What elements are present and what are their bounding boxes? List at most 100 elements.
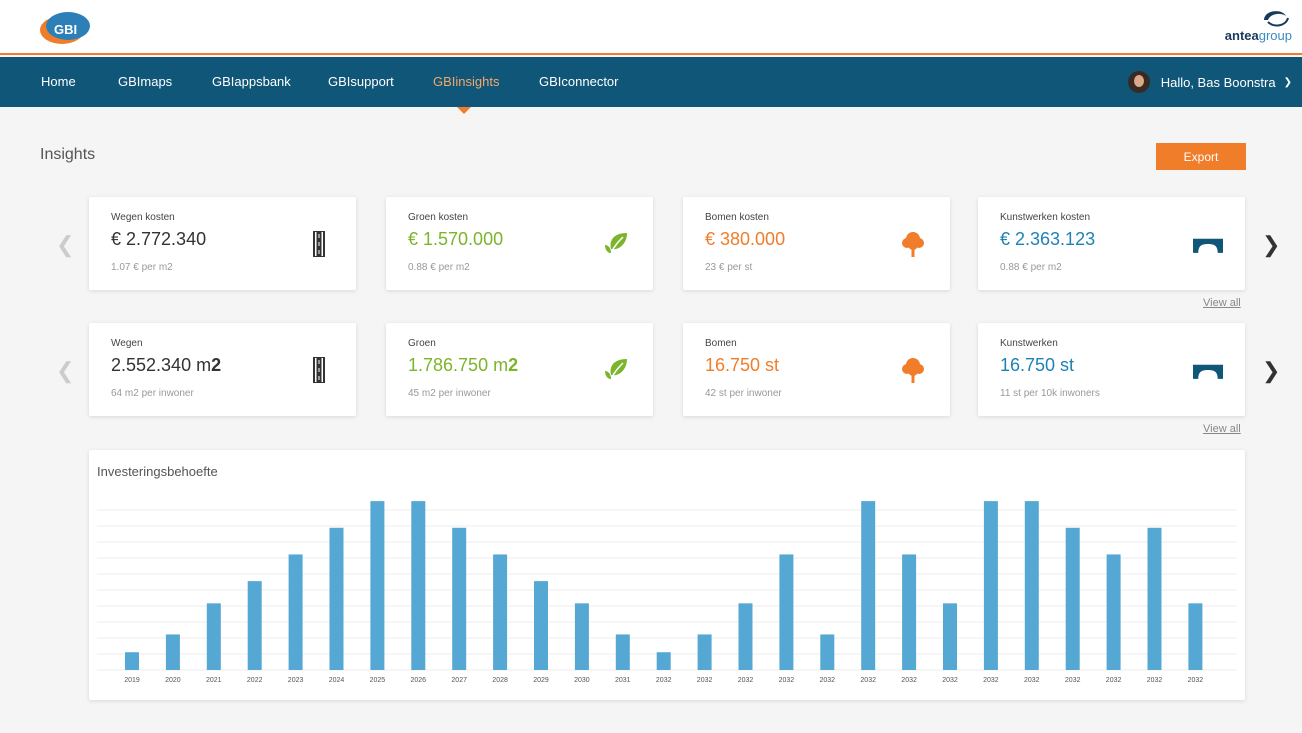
chart-bar[interactable] xyxy=(697,634,712,670)
chart-tick-label: 2032 xyxy=(779,677,795,684)
chart-bar[interactable] xyxy=(861,501,876,670)
chart-bar[interactable] xyxy=(247,581,262,670)
chart-tick-label: 2019 xyxy=(124,677,140,684)
cost-card-bomen[interactable]: Bomen kosten € 380.000 23 € per st xyxy=(683,197,950,290)
chart-bar[interactable] xyxy=(943,603,957,670)
chart-tick-label: 2021 xyxy=(206,677,222,684)
investment-chart-card: Investeringsbehoefte 2019 2020 2021 2022 202… xyxy=(89,450,1245,700)
chart-bar[interactable] xyxy=(534,581,548,670)
cost-card-kunstwerken[interactable]: Kunstwerken kosten € 2.363.123 0.88 € pe… xyxy=(978,197,1245,290)
quantity-card-bomen[interactable]: Bomen 16.750 st 42 st per inwoner xyxy=(683,323,950,416)
card-value: 16.750 st xyxy=(705,355,779,376)
chart-bar[interactable] xyxy=(370,501,385,670)
chart-bar[interactable] xyxy=(656,652,671,670)
next-arrow-icon[interactable]: ❯ xyxy=(1262,358,1280,383)
prev-arrow-icon[interactable]: ❮ xyxy=(56,358,74,383)
cost-card-wegen[interactable]: Wegen kosten € 2.772.340 1.07 € per m2 xyxy=(89,197,356,290)
card-label: Wegen kosten xyxy=(111,212,175,223)
active-nav-caret xyxy=(457,107,471,114)
card-value-main: 16.750 st xyxy=(1000,355,1075,375)
nav-gbiappsbank[interactable]: GBIappsbank xyxy=(212,57,291,107)
road-icon xyxy=(304,229,334,259)
nav-gbisupport[interactable]: GBIsupport xyxy=(328,57,394,107)
card-label: Wegen xyxy=(111,338,143,349)
chart-tick-label: 2024 xyxy=(329,677,345,684)
chart-bar[interactable] xyxy=(738,603,753,670)
bridge-icon xyxy=(1193,229,1223,259)
chart-bar[interactable] xyxy=(902,554,917,670)
chart-bar[interactable] xyxy=(1024,501,1039,670)
chart-tick-label: 2032 xyxy=(860,677,876,684)
next-arrow-icon[interactable]: ❯ xyxy=(1262,232,1280,257)
chart-tick-label: 2027 xyxy=(451,677,467,684)
quantity-card-wegen[interactable]: Wegen 2.552.340 m2 64 m2 per inwoner xyxy=(89,323,356,416)
chart-tick-label: 2032 xyxy=(983,677,999,684)
chart-tick-label: 2032 xyxy=(942,677,958,684)
chart-bar[interactable] xyxy=(452,527,467,670)
nav-gbiconnector[interactable]: GBIconnector xyxy=(539,57,619,107)
chart-tick-label: 2029 xyxy=(533,677,549,684)
road-icon xyxy=(304,355,334,385)
chart-tick-label: 2022 xyxy=(247,677,263,684)
chart-bar[interactable] xyxy=(574,603,589,670)
investment-bar-chart: 2019 2020 2021 2022 2023 2024 2025 2026 2027 2028… xyxy=(97,501,1237,684)
nav-home[interactable]: Home xyxy=(41,57,76,107)
chart-bar[interactable] xyxy=(820,634,835,670)
card-sub: 0.88 € per m2 xyxy=(1000,262,1062,273)
nav-gbimaps[interactable]: GBImaps xyxy=(118,57,172,107)
top-header: GBI anteagroup xyxy=(0,0,1302,55)
card-sub: 1.07 € per m2 xyxy=(111,262,173,273)
card-value: 16.750 st xyxy=(1000,355,1074,376)
card-value: € 380.000 xyxy=(705,229,786,249)
card-sub: 23 € per st xyxy=(705,262,753,273)
card-label: Bomen xyxy=(705,338,737,349)
export-button[interactable]: Export xyxy=(1156,143,1246,170)
card-label: Kunstwerken kosten xyxy=(1000,212,1091,223)
prev-arrow-icon[interactable]: ❮ xyxy=(56,232,74,257)
user-menu[interactable]: Hallo, Bas Boonstra ❯ xyxy=(1127,57,1292,107)
chart-tick-label: 2020 xyxy=(165,677,181,684)
chart-bar[interactable] xyxy=(779,554,794,670)
chart-bar[interactable] xyxy=(165,634,180,670)
antea-wordmark: anteagroup xyxy=(1225,28,1292,43)
leaf-icon xyxy=(601,229,631,259)
avatar xyxy=(1127,71,1150,93)
chart-tick-label: 2032 xyxy=(656,677,672,684)
tree-icon xyxy=(898,229,928,259)
chart-bar[interactable] xyxy=(288,554,303,670)
main-nav: Home GBImaps GBIappsbank GBIsupport GBIi… xyxy=(0,57,1302,107)
gbi-logo[interactable]: GBI xyxy=(38,10,96,46)
card-sub: 0.88 € per m2 xyxy=(408,262,470,273)
card-value-unit: 2 xyxy=(508,355,519,375)
view-all-quantities-link[interactable]: View all xyxy=(1203,423,1241,435)
chart-tick-label: 2030 xyxy=(574,677,590,684)
chart-bar[interactable] xyxy=(125,652,139,670)
chart-bar[interactable] xyxy=(206,603,221,670)
chart-bar[interactable] xyxy=(615,634,630,670)
chart-tick-label: 2032 xyxy=(901,677,917,684)
card-label: Bomen kosten xyxy=(705,212,769,223)
card-value: 2.552.340 m2 xyxy=(111,355,221,376)
card-value-main: 2.552.340 m xyxy=(111,355,212,375)
chart-bar[interactable] xyxy=(1065,527,1080,670)
chart-bar[interactable] xyxy=(493,554,508,670)
card-sub: 64 m2 per inwoner xyxy=(111,388,194,399)
chart-tick-label: 2032 xyxy=(1188,677,1204,684)
quantity-card-groen[interactable]: Groen 1.786.750 m2 45 m2 per inwoner xyxy=(386,323,653,416)
chart-bar[interactable] xyxy=(1188,603,1203,670)
quantity-card-kunstwerken[interactable]: Kunstwerken 16.750 st 11 st per 10k inwo… xyxy=(978,323,1245,416)
nav-gbiinsights[interactable]: GBIinsights xyxy=(433,57,499,107)
card-label: Groen xyxy=(408,338,436,349)
chart-bar[interactable] xyxy=(1106,554,1121,670)
chart-bar[interactable] xyxy=(411,501,426,670)
card-label: Kunstwerken xyxy=(1000,338,1058,349)
view-all-costs-link[interactable]: View all xyxy=(1203,297,1241,309)
card-label: Groen kosten xyxy=(408,212,469,223)
tree-icon xyxy=(898,355,928,385)
chart-bar[interactable] xyxy=(983,501,998,670)
chart-bar[interactable] xyxy=(1147,527,1162,670)
chart-tick-label: 2032 xyxy=(820,677,836,684)
cost-card-groen[interactable]: Groen kosten € 1.570.000 0.88 € per m2 xyxy=(386,197,653,290)
page-title: Insights xyxy=(40,146,96,163)
chart-bar[interactable] xyxy=(329,527,344,670)
